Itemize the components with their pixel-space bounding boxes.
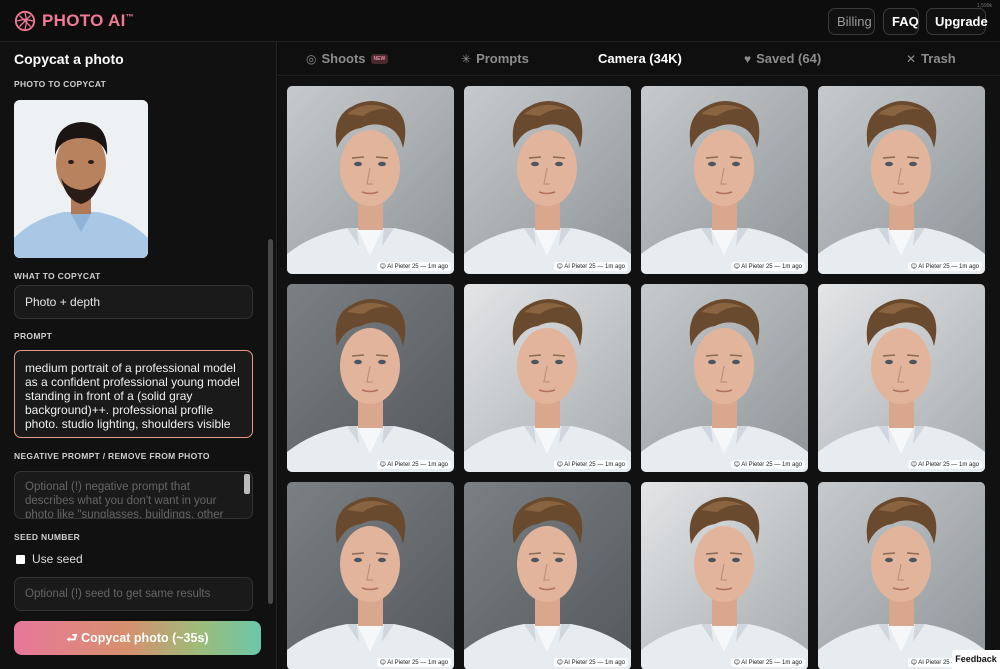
portrait-image [641,101,808,274]
reference-photo-image [14,100,148,258]
photo-card[interactable]: 😊 AI Pieter 25 — 1m ago [641,284,808,472]
logo-icon [14,10,36,32]
photo-card[interactable]: 😊 AI Pieter 25 — 1m ago [464,482,631,669]
use-seed-checkbox[interactable] [16,554,25,564]
prompt-label: PROMPT [14,331,53,341]
sparkle-icon: ✳ [461,51,472,66]
sidebar: Copycat a photo PHOTO TO COPYCAT WHAT TO… [0,42,277,669]
feedback-button[interactable]: Feedback [952,650,1000,669]
tab-prompts[interactable]: ✳ Prompts [461,51,529,66]
aperture-icon: ◎ [306,51,317,66]
photo-card-tag: 😊 AI Pieter 25 — 1m ago [730,262,805,271]
negative-prompt-label: NEGATIVE PROMPT / REMOVE FROM PHOTO [14,451,210,461]
tab-camera[interactable]: Camera (34K) [598,51,682,66]
tab-shoots[interactable]: ◎ Shoots NEW [306,51,389,66]
seed-input[interactable]: Optional (!) seed to get same results [14,577,253,611]
copycat-photo-button[interactable]: ⮐ Copycat photo (~35s) [14,621,261,655]
photo-grid: 😊 AI Pieter 25 — 1m ago 😊 AI Pieter 25 — … [278,77,1000,669]
photo-card[interactable]: 😊 AI Pieter 25 — 1m ago [641,482,808,669]
negative-prompt-textarea[interactable]: Optional (!) negative prompt that descri… [14,471,253,519]
photo-card-tag: 😊 AI Pieter 25 — 1m ago [553,658,628,667]
photo-card[interactable]: 😊 AI Pieter 25 — 1m ago [818,284,985,472]
logo[interactable]: PHOTO AI™ [14,10,134,32]
portrait-image [464,101,631,274]
photo-card[interactable]: 😊 AI Pieter 25 — 1m ago [641,86,808,274]
tab-trash[interactable]: ✕ Trash [906,51,956,66]
photo-card-tag: 😊 AI Pieter 25 — 1m ago [730,460,805,469]
portrait-image [464,299,631,472]
tab-bar: ◎ Shoots NEW ✳ Prompts Camera (34K) ♥ Sa… [278,42,1000,76]
faq-button[interactable]: FAQ [883,8,919,35]
seed-number-label: SEED NUMBER [14,532,81,542]
tab-shoots-label: Shoots [321,51,366,66]
photo-card-tag: 😊 AI Pieter 25 — 1m ago [730,658,805,667]
photo-card[interactable]: 😊 AI Pieter 25 — 1m ago [287,482,454,669]
photo-card-tag: 😊 AI Pieter 25 — 1m ago [907,460,982,469]
portrait-image [641,497,808,669]
portrait-image [464,497,631,669]
use-seed-row[interactable]: Use seed [16,552,83,566]
logo-text: PHOTO AI™ [42,11,134,30]
portrait-image [287,299,454,472]
tab-saved[interactable]: ♥ Saved (64) [744,51,821,66]
heart-icon: ♥ [744,51,752,66]
what-to-copycat-label: WHAT TO COPYCAT [14,271,101,281]
portrait-image [287,101,454,274]
photo-card[interactable]: 😊 AI Pieter 25 — 1m ago [818,86,985,274]
sidebar-title: Copycat a photo [14,51,124,67]
photo-card-tag: 😊 AI Pieter 25 — 1m ago [907,262,982,271]
portrait-image [818,497,985,669]
billing-button[interactable]: Billing [828,8,875,35]
top-bar: PHOTO AI™ 1,599k Billing FAQ Upgrade [0,0,1000,42]
upgrade-button[interactable]: Upgrade [926,8,988,35]
portrait-image [818,299,985,472]
photo-card[interactable]: 😊 AI Pieter 25 — 1m ago [464,284,631,472]
photo-card-tag: 😊 AI Pieter 25 — 1m ago [376,658,451,667]
tab-prompts-label: Prompts [476,51,529,66]
portrait-image [818,101,985,274]
sidebar-scrollbar[interactable] [268,239,273,604]
photo-card-tag: 😊 AI Pieter 25 — 1m ago [376,262,451,271]
portrait-image [287,497,454,669]
photo-card[interactable]: 😊 AI Pieter 25 — 1m ago [287,86,454,274]
photo-to-copycat-label: PHOTO TO COPYCAT [14,79,107,89]
new-badge: NEW [370,53,389,64]
photo-card-tag: 😊 AI Pieter 25 — 1m ago [376,460,451,469]
photo-card[interactable]: 😊 AI Pieter 25 — 1m ago [818,482,985,669]
photo-card[interactable]: 😊 AI Pieter 25 — 1m ago [287,284,454,472]
photo-card[interactable]: 😊 AI Pieter 25 — 1m ago [464,86,631,274]
reference-photo[interactable] [14,100,148,258]
use-seed-label: Use seed [32,552,83,566]
portrait-image [641,299,808,472]
photo-card-tag: 😊 AI Pieter 25 — 1m ago [553,262,628,271]
tab-trash-label: Trash [921,51,956,66]
x-icon: ✕ [906,51,917,66]
negative-prompt-scrollbar[interactable] [243,472,251,518]
tab-camera-label: Camera (34K) [598,51,682,66]
tab-saved-label: Saved (64) [756,51,822,66]
what-to-copycat-select[interactable]: Photo + depth [14,285,253,319]
prompt-textarea[interactable]: medium portrait of a professional model … [14,350,253,438]
photo-card-tag: 😊 AI Pieter 25 — 1m ago [553,460,628,469]
